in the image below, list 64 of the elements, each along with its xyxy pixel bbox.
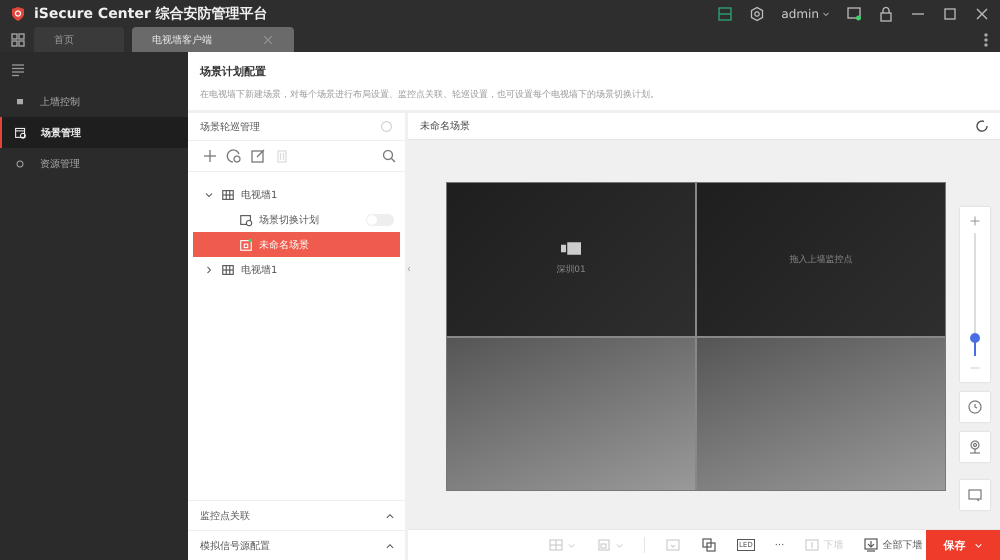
- remove-all-button[interactable]: 全部下墙: [863, 537, 922, 553]
- panel-title: 场景轮巡管理: [200, 120, 260, 134]
- sidebar-item[interactable]: 上墙控制: [0, 86, 188, 117]
- split-icon: [665, 537, 681, 553]
- monitor-icon: [967, 487, 983, 503]
- tree-node[interactable]: 场景切换计划: [193, 207, 400, 232]
- zoom-in-icon[interactable]: [969, 215, 981, 227]
- refresh-icon[interactable]: [974, 118, 990, 134]
- clock-icon: [967, 399, 983, 415]
- monitor-icon[interactable]: [846, 6, 862, 22]
- tree-node[interactable]: 电视墙1: [193, 182, 400, 207]
- copy-icon: [701, 537, 717, 553]
- video-cell[interactable]: 深圳01: [447, 183, 695, 336]
- camera-label: 深圳01: [556, 264, 586, 276]
- apps-grid-icon[interactable]: [10, 32, 26, 48]
- grid-icon: [221, 262, 235, 276]
- video-cell[interactable]: 拖入上墙监控点: [697, 183, 945, 336]
- clock-button[interactable]: [960, 392, 990, 422]
- drop-hint: 拖入上墙监控点: [790, 254, 852, 266]
- app-title: iSecure Center 综合安防管理平台: [34, 4, 268, 22]
- add-icon[interactable]: [202, 148, 218, 164]
- sidebar-item[interactable]: 场景管理: [0, 117, 188, 148]
- camera-icon: [561, 242, 581, 256]
- settings-icon[interactable]: [749, 6, 766, 22]
- camera-button[interactable]: [960, 432, 990, 462]
- page-title: 场景计划配置: [200, 64, 267, 79]
- menu-icon[interactable]: [10, 62, 26, 78]
- tree-node[interactable]: 电视墙1: [193, 257, 400, 282]
- layout-icon[interactable]: [717, 6, 734, 22]
- grid-icon: [221, 188, 235, 202]
- save-button[interactable]: 保存: [926, 530, 1000, 560]
- calendar-clock-icon: [14, 126, 27, 139]
- webcam-icon: [967, 439, 983, 455]
- node-label: 未命名场景: [259, 238, 309, 252]
- circle-icon: [380, 120, 393, 133]
- caret-icon: [822, 10, 830, 18]
- monitor-button[interactable]: [960, 480, 990, 510]
- more-button[interactable]: ···: [774, 540, 784, 550]
- calendar-clock-icon: [239, 212, 253, 226]
- page-description: 在电视墙下新建场景，对每个场景进行布局设置、监控点关联、轮巡设置，也可设置每个电视墙下的场景切换计划。: [200, 88, 660, 101]
- node-label: 电视墙1: [241, 264, 278, 276]
- circle-icon: [14, 158, 26, 170]
- copy-button[interactable]: [701, 537, 717, 553]
- video-cell[interactable]: [697, 338, 945, 490]
- tab[interactable]: 首页: [34, 27, 124, 52]
- window-icon: [596, 537, 612, 553]
- layout-icon: [548, 537, 564, 553]
- sidebar-item[interactable]: 资源管理: [0, 148, 188, 179]
- shield-logo-icon: [10, 6, 26, 22]
- scene-icon: [239, 238, 253, 252]
- user-menu[interactable]: admin: [781, 6, 830, 20]
- video-cell[interactable]: [447, 338, 695, 490]
- zoom-slider[interactable]: [960, 207, 990, 382]
- close-icon[interactable]: [974, 6, 990, 22]
- edit-icon[interactable]: [250, 148, 266, 164]
- tab[interactable]: 电视墙客户端: [132, 27, 294, 52]
- scene-title: 未命名场景: [420, 120, 470, 133]
- lock-icon[interactable]: [878, 6, 894, 22]
- node-label: 场景切换计划: [259, 214, 319, 226]
- slider-thumb[interactable]: [970, 332, 980, 343]
- scene-add-icon[interactable]: [226, 148, 242, 164]
- maximize-icon[interactable]: [942, 6, 958, 22]
- search-icon[interactable]: [381, 148, 397, 164]
- node-label: 电视墙1: [241, 188, 278, 202]
